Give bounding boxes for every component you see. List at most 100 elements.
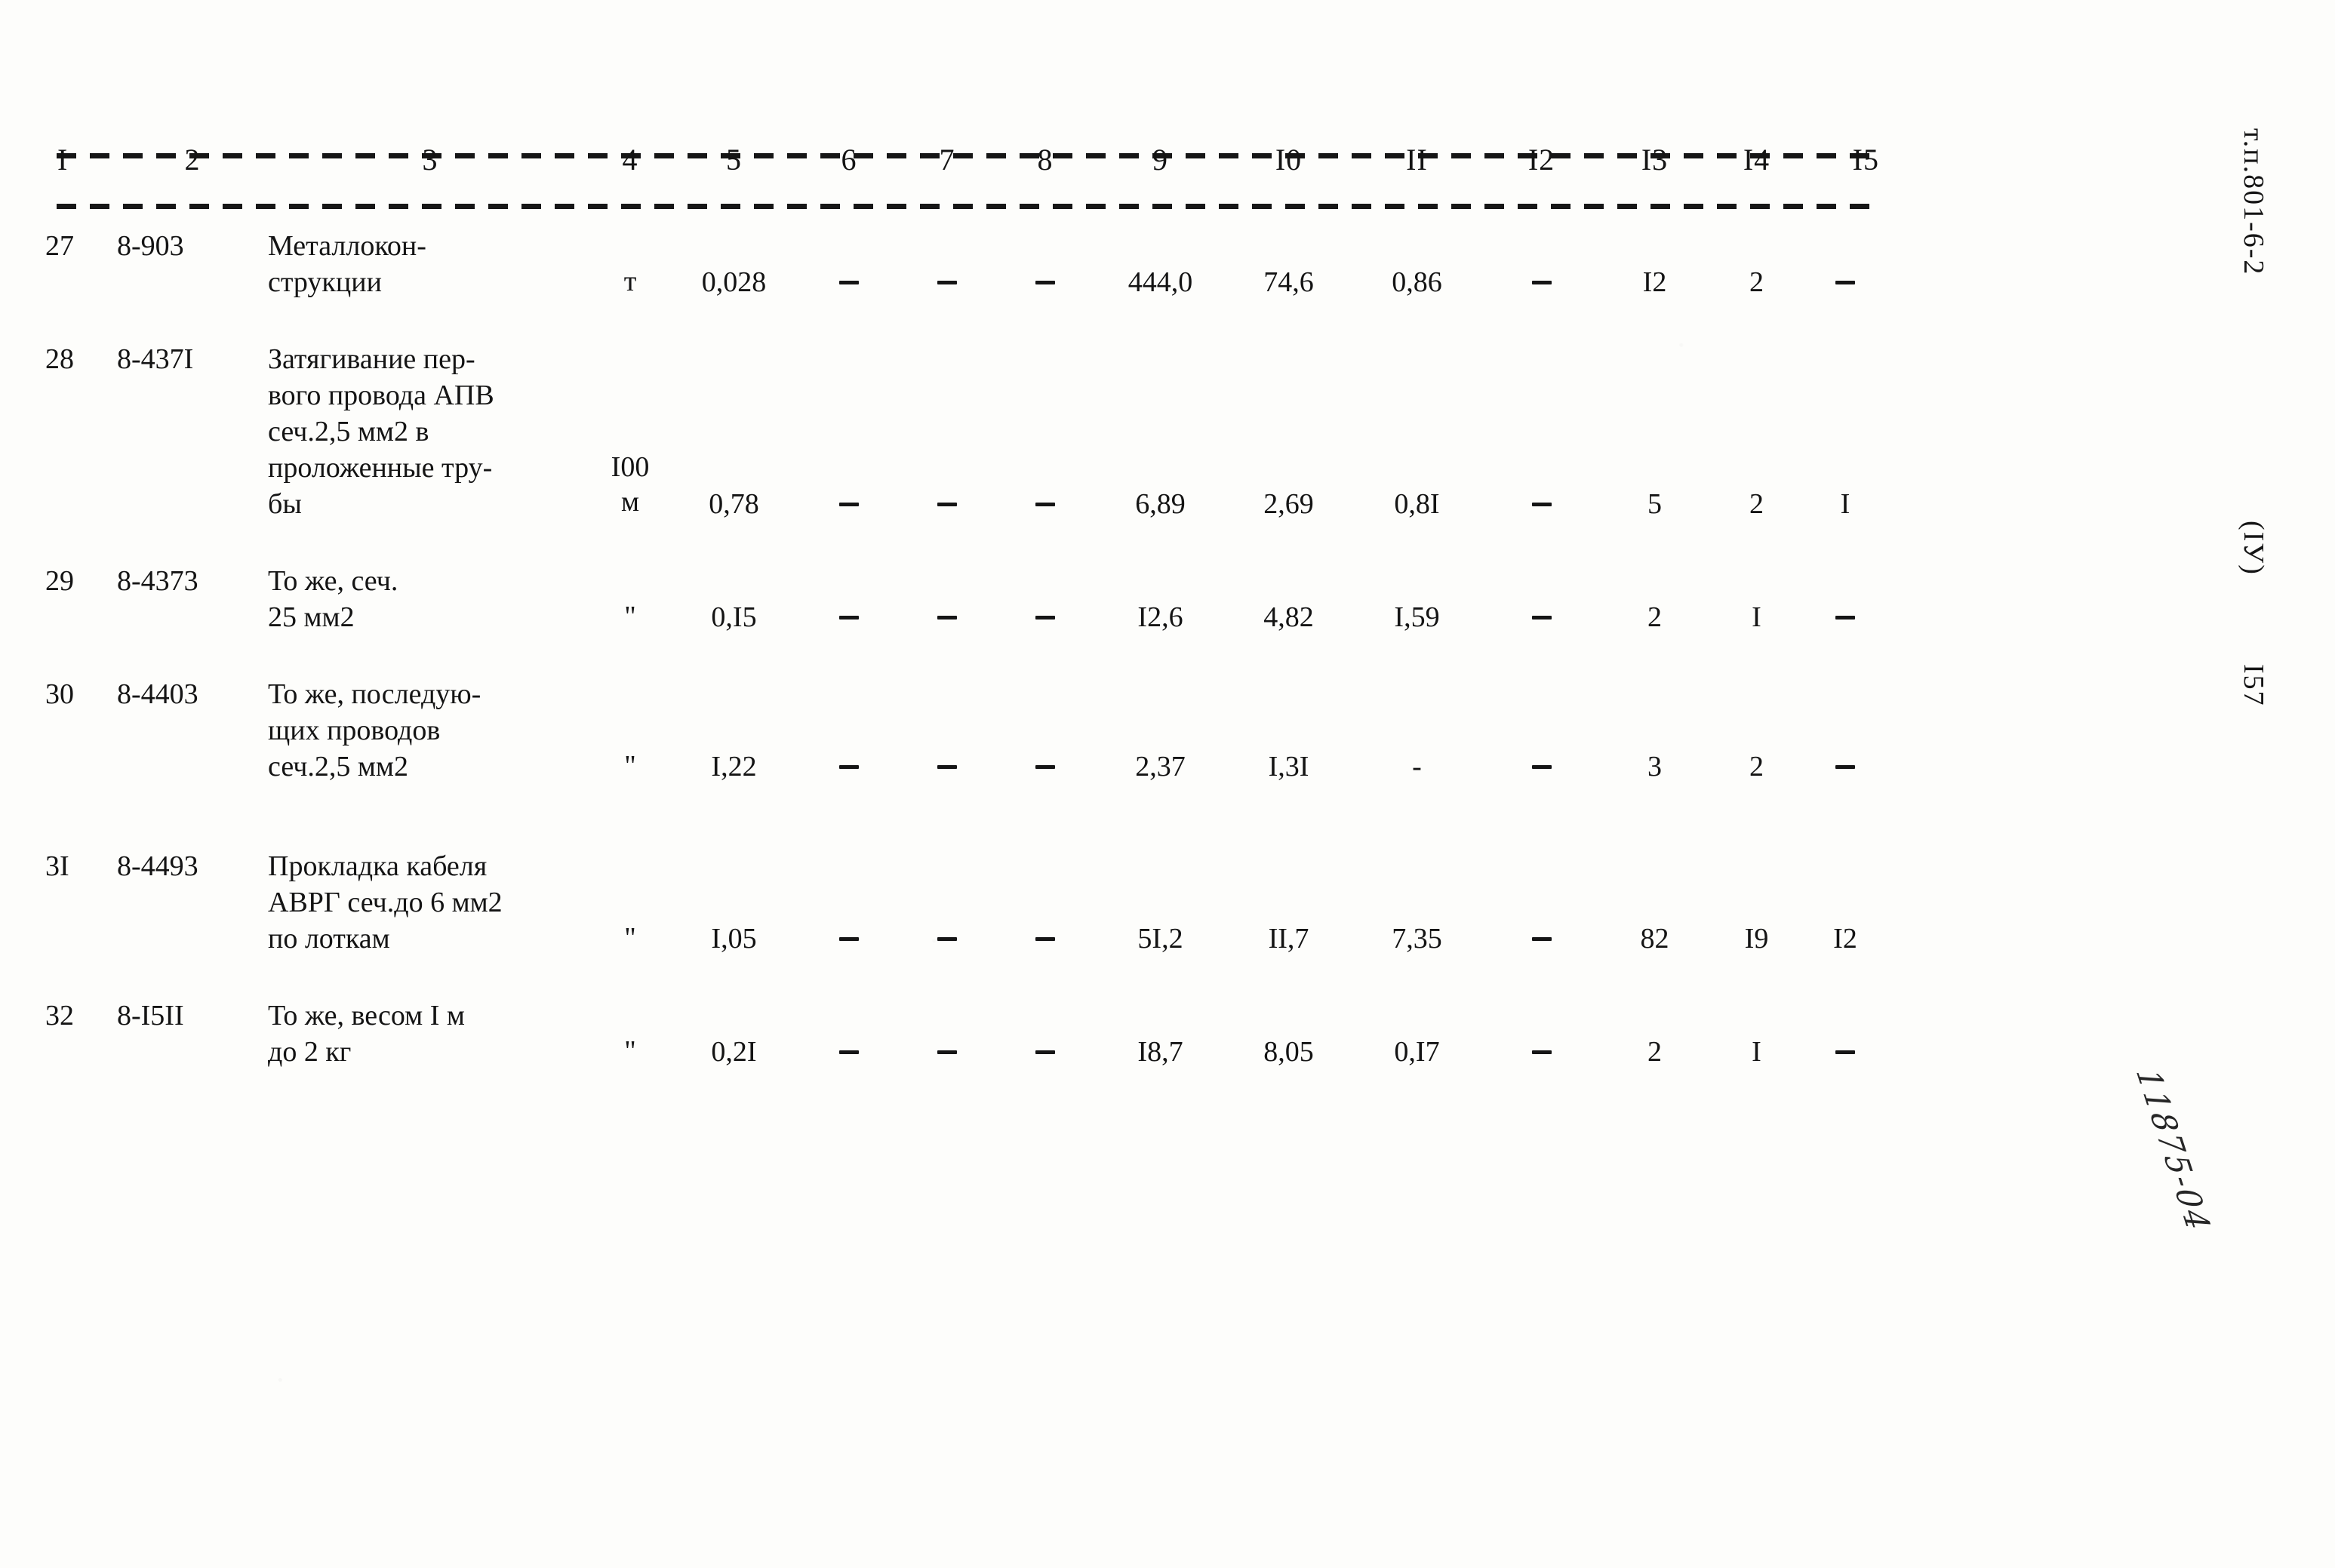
unit-ditto-mark: " bbox=[624, 601, 636, 632]
cell-col14: I bbox=[1752, 1036, 1761, 1068]
cell-col7 bbox=[898, 341, 996, 522]
cell-col12 bbox=[1483, 563, 1600, 635]
column-number-header-row: I 2 3 4 5 6 7 8 9 I0 II I2 I3 I4 I5 bbox=[45, 131, 1887, 187]
empty-dash-icon bbox=[1531, 765, 1552, 769]
column-header-5: 5 bbox=[726, 142, 742, 177]
unit-line: т bbox=[623, 266, 637, 297]
cell-col9: 2,37 bbox=[1135, 751, 1186, 782]
desc-line: То же, весом I м bbox=[268, 1000, 465, 1031]
row-number: 32 bbox=[45, 1000, 74, 1031]
cell-col5: 0,028 bbox=[701, 266, 767, 298]
column-header-3: 3 bbox=[422, 142, 438, 177]
margin-section-roman: (IУ) bbox=[2238, 521, 2269, 576]
cell-col11: 0,I7 bbox=[1394, 1036, 1440, 1068]
cell-col13: I2 bbox=[1642, 266, 1667, 298]
cell-col8 bbox=[996, 848, 1094, 957]
empty-dash-icon bbox=[937, 765, 957, 769]
desc-line: щих проводов bbox=[268, 715, 441, 746]
margin-series-code: т.п.801-6-2 bbox=[2238, 128, 2269, 276]
table-row: 30 8-4403 То же, последую- щих проводов … bbox=[45, 676, 1887, 848]
cell-col13: 82 bbox=[1640, 923, 1669, 955]
empty-dash-icon bbox=[1035, 281, 1055, 284]
empty-dash-icon bbox=[1835, 1050, 1855, 1054]
row-code: 8-4373 bbox=[117, 565, 198, 597]
empty-dash-icon bbox=[839, 937, 859, 941]
column-header-11: II bbox=[1406, 142, 1428, 177]
table-row: 29 8-4373 То же, сеч. 25 мм2 " 0,I5 I2,6… bbox=[45, 563, 1887, 676]
table-row: 28 8-437I Затягивание пер- вого провода … bbox=[45, 341, 1887, 563]
cell-col9: 6,89 bbox=[1135, 488, 1186, 520]
empty-dash-icon bbox=[1835, 765, 1855, 769]
row-number: 3I bbox=[45, 850, 69, 882]
cell-col6 bbox=[800, 676, 898, 785]
cell-col11: 0,86 bbox=[1392, 266, 1442, 298]
column-header-14: I4 bbox=[1743, 142, 1770, 177]
row-gap bbox=[45, 300, 1887, 341]
desc-line: по лоткам bbox=[268, 923, 390, 955]
empty-dash-icon bbox=[937, 616, 957, 620]
empty-dash-icon bbox=[1835, 616, 1855, 620]
row-description: То же, сеч. 25 мм2 bbox=[268, 563, 592, 635]
desc-line: сеч.2,5 мм2 bbox=[268, 751, 408, 782]
row-description: Затягивание пер- вого провода АПВ сеч.2,… bbox=[268, 341, 592, 522]
column-header-7: 7 bbox=[939, 142, 955, 177]
unit-ditto-mark: " bbox=[624, 922, 636, 954]
desc-line: вого провода АПВ bbox=[268, 380, 494, 411]
row-number: 29 bbox=[45, 565, 74, 597]
empty-dash-icon bbox=[1531, 281, 1552, 284]
cell-col14: 2 bbox=[1749, 266, 1764, 298]
header-gap-spacer bbox=[45, 187, 1887, 228]
margin-page-number: I57 bbox=[2238, 664, 2269, 707]
empty-dash-icon bbox=[839, 616, 859, 620]
cell-col8 bbox=[996, 228, 1094, 300]
cell-col5: I,05 bbox=[711, 923, 757, 955]
desc-line: 25 мм2 bbox=[268, 601, 355, 633]
cell-col15: I bbox=[1840, 488, 1850, 520]
cell-col7 bbox=[898, 563, 996, 635]
cell-col12 bbox=[1483, 848, 1600, 957]
empty-dash-icon bbox=[839, 503, 859, 506]
cell-col5: I,22 bbox=[711, 751, 757, 782]
empty-dash-icon bbox=[1835, 281, 1855, 284]
column-header-1: I bbox=[57, 142, 69, 177]
cell-col9: 444,0 bbox=[1128, 266, 1193, 298]
cell-col7 bbox=[898, 676, 996, 785]
cell-col9: 5I,2 bbox=[1137, 923, 1183, 955]
desc-line: бы bbox=[268, 488, 302, 520]
cell-col14: 2 bbox=[1749, 488, 1764, 520]
unit-ditto-mark: " bbox=[624, 750, 636, 782]
column-header-15: I5 bbox=[1852, 142, 1879, 177]
cell-col15 bbox=[1804, 676, 1887, 785]
row-gap bbox=[45, 522, 1887, 563]
empty-dash-icon bbox=[1531, 1050, 1552, 1054]
row-code: 8-I5II bbox=[117, 1000, 184, 1031]
cell-col12 bbox=[1483, 341, 1600, 522]
cell-col7 bbox=[898, 998, 996, 1070]
empty-dash-icon bbox=[839, 1050, 859, 1054]
desc-line: Металлокон- bbox=[268, 230, 426, 262]
row-code: 8-903 bbox=[117, 230, 184, 262]
column-header-9: 9 bbox=[1152, 142, 1168, 177]
cell-col13: 5 bbox=[1647, 488, 1662, 520]
cell-col10: 8,05 bbox=[1263, 1036, 1314, 1068]
cell-col15 bbox=[1804, 998, 1887, 1070]
empty-dash-icon bbox=[839, 281, 859, 284]
cell-col10: 4,82 bbox=[1263, 601, 1314, 633]
cell-col8 bbox=[996, 998, 1094, 1070]
column-header-10: I0 bbox=[1275, 142, 1303, 177]
column-header-4: 4 bbox=[622, 142, 638, 177]
column-header-2: 2 bbox=[184, 142, 201, 177]
cell-col13: 3 bbox=[1647, 751, 1662, 782]
row-unit: " bbox=[592, 848, 668, 957]
empty-dash-icon bbox=[937, 503, 957, 506]
desc-line: Затягивание пер- bbox=[268, 343, 475, 375]
column-header-8: 8 bbox=[1037, 142, 1054, 177]
desc-line: до 2 кг bbox=[268, 1036, 352, 1068]
empty-dash-icon bbox=[1035, 616, 1055, 620]
cell-col9: I2,6 bbox=[1137, 601, 1183, 633]
empty-dash-icon bbox=[839, 765, 859, 769]
empty-dash-icon bbox=[1531, 503, 1552, 506]
column-header-13: I3 bbox=[1641, 142, 1669, 177]
row-code: 8-4493 bbox=[117, 850, 198, 882]
unit-line: I00 bbox=[611, 451, 650, 483]
